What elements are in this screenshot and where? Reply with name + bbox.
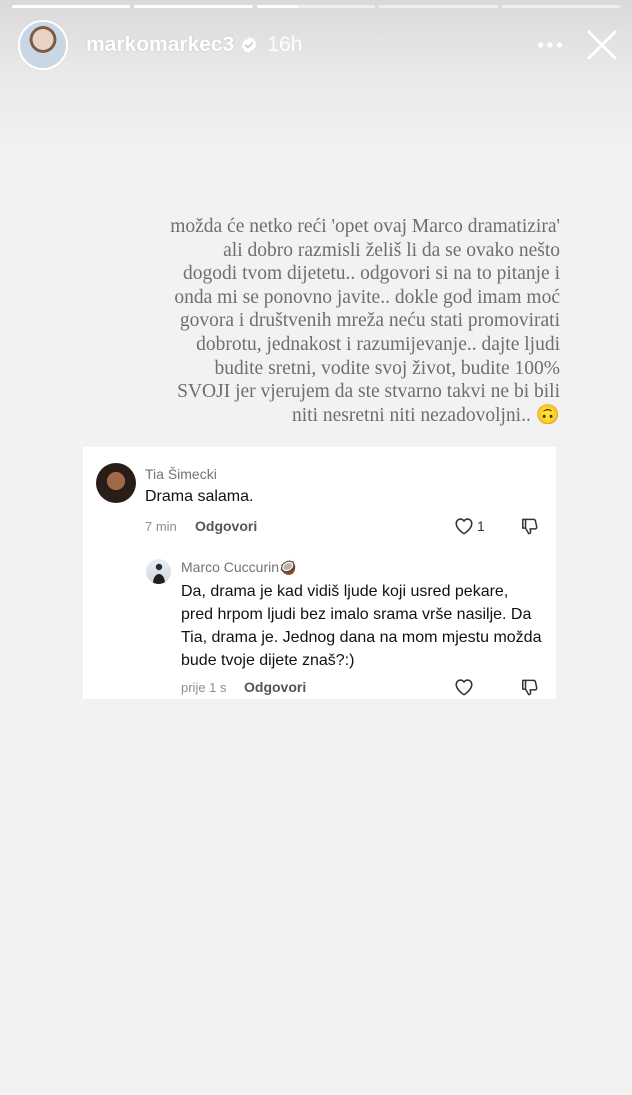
comment-text: Da, drama je kad vidiš ljude koji usred …	[181, 583, 542, 669]
comment: Tia Šimecki Drama salama. 7 min Odgovori…	[83, 447, 556, 547]
like-button[interactable]: 1	[454, 517, 485, 535]
comment-avatar[interactable]	[96, 463, 136, 503]
story-progress-bar	[12, 5, 621, 8]
close-button[interactable]	[584, 27, 620, 63]
username[interactable]: markomarkec3	[86, 33, 234, 57]
thumbs-down-icon	[522, 679, 538, 696]
progress-fill	[256, 5, 299, 8]
person-silhouette-icon	[153, 563, 165, 584]
progress-segment	[379, 5, 498, 8]
like-count: 1	[477, 518, 485, 534]
heart-icon	[455, 679, 473, 696]
profile-avatar[interactable]	[18, 20, 68, 70]
comment-author[interactable]: Tia Šimecki	[145, 466, 217, 482]
progress-segment	[12, 5, 131, 8]
verified-badge-icon	[242, 37, 257, 53]
dislike-button[interactable]	[520, 517, 539, 541]
more-options-button[interactable]	[536, 31, 564, 59]
comment-author[interactable]: Marco Cuccurin🥥	[181, 559, 296, 576]
post-time: 16h	[267, 33, 303, 56]
progress-fill	[12, 5, 131, 8]
reply-button[interactable]: Odgovori	[244, 679, 306, 695]
progress-segment	[501, 5, 621, 8]
reply-button[interactable]: Odgovori	[195, 518, 257, 534]
comment-text: Drama salama.	[145, 488, 254, 505]
more-horizontal-icon	[537, 42, 563, 48]
story-header: markomarkec3 16h	[18, 18, 620, 72]
comment-time: prije 1 s	[181, 680, 227, 695]
comment-time: 7 min	[145, 519, 177, 534]
progress-segment	[256, 5, 376, 8]
comment-screenshot-card: Tia Šimecki Drama salama. 7 min Odgovori…	[83, 447, 556, 699]
comment-avatar[interactable]	[146, 559, 171, 584]
dislike-button[interactable]	[520, 678, 539, 702]
progress-fill	[134, 5, 253, 8]
like-button[interactable]	[454, 678, 474, 696]
reply-comment: Marco Cuccurin🥥 Da, drama je kad vidiš l…	[83, 547, 556, 699]
story-caption: možda će netko reći 'opet ovaj Marco dra…	[170, 216, 560, 426]
heart-icon	[455, 518, 473, 535]
thumbs-down-icon	[522, 518, 538, 535]
progress-segment	[134, 5, 253, 8]
close-icon	[587, 30, 617, 60]
